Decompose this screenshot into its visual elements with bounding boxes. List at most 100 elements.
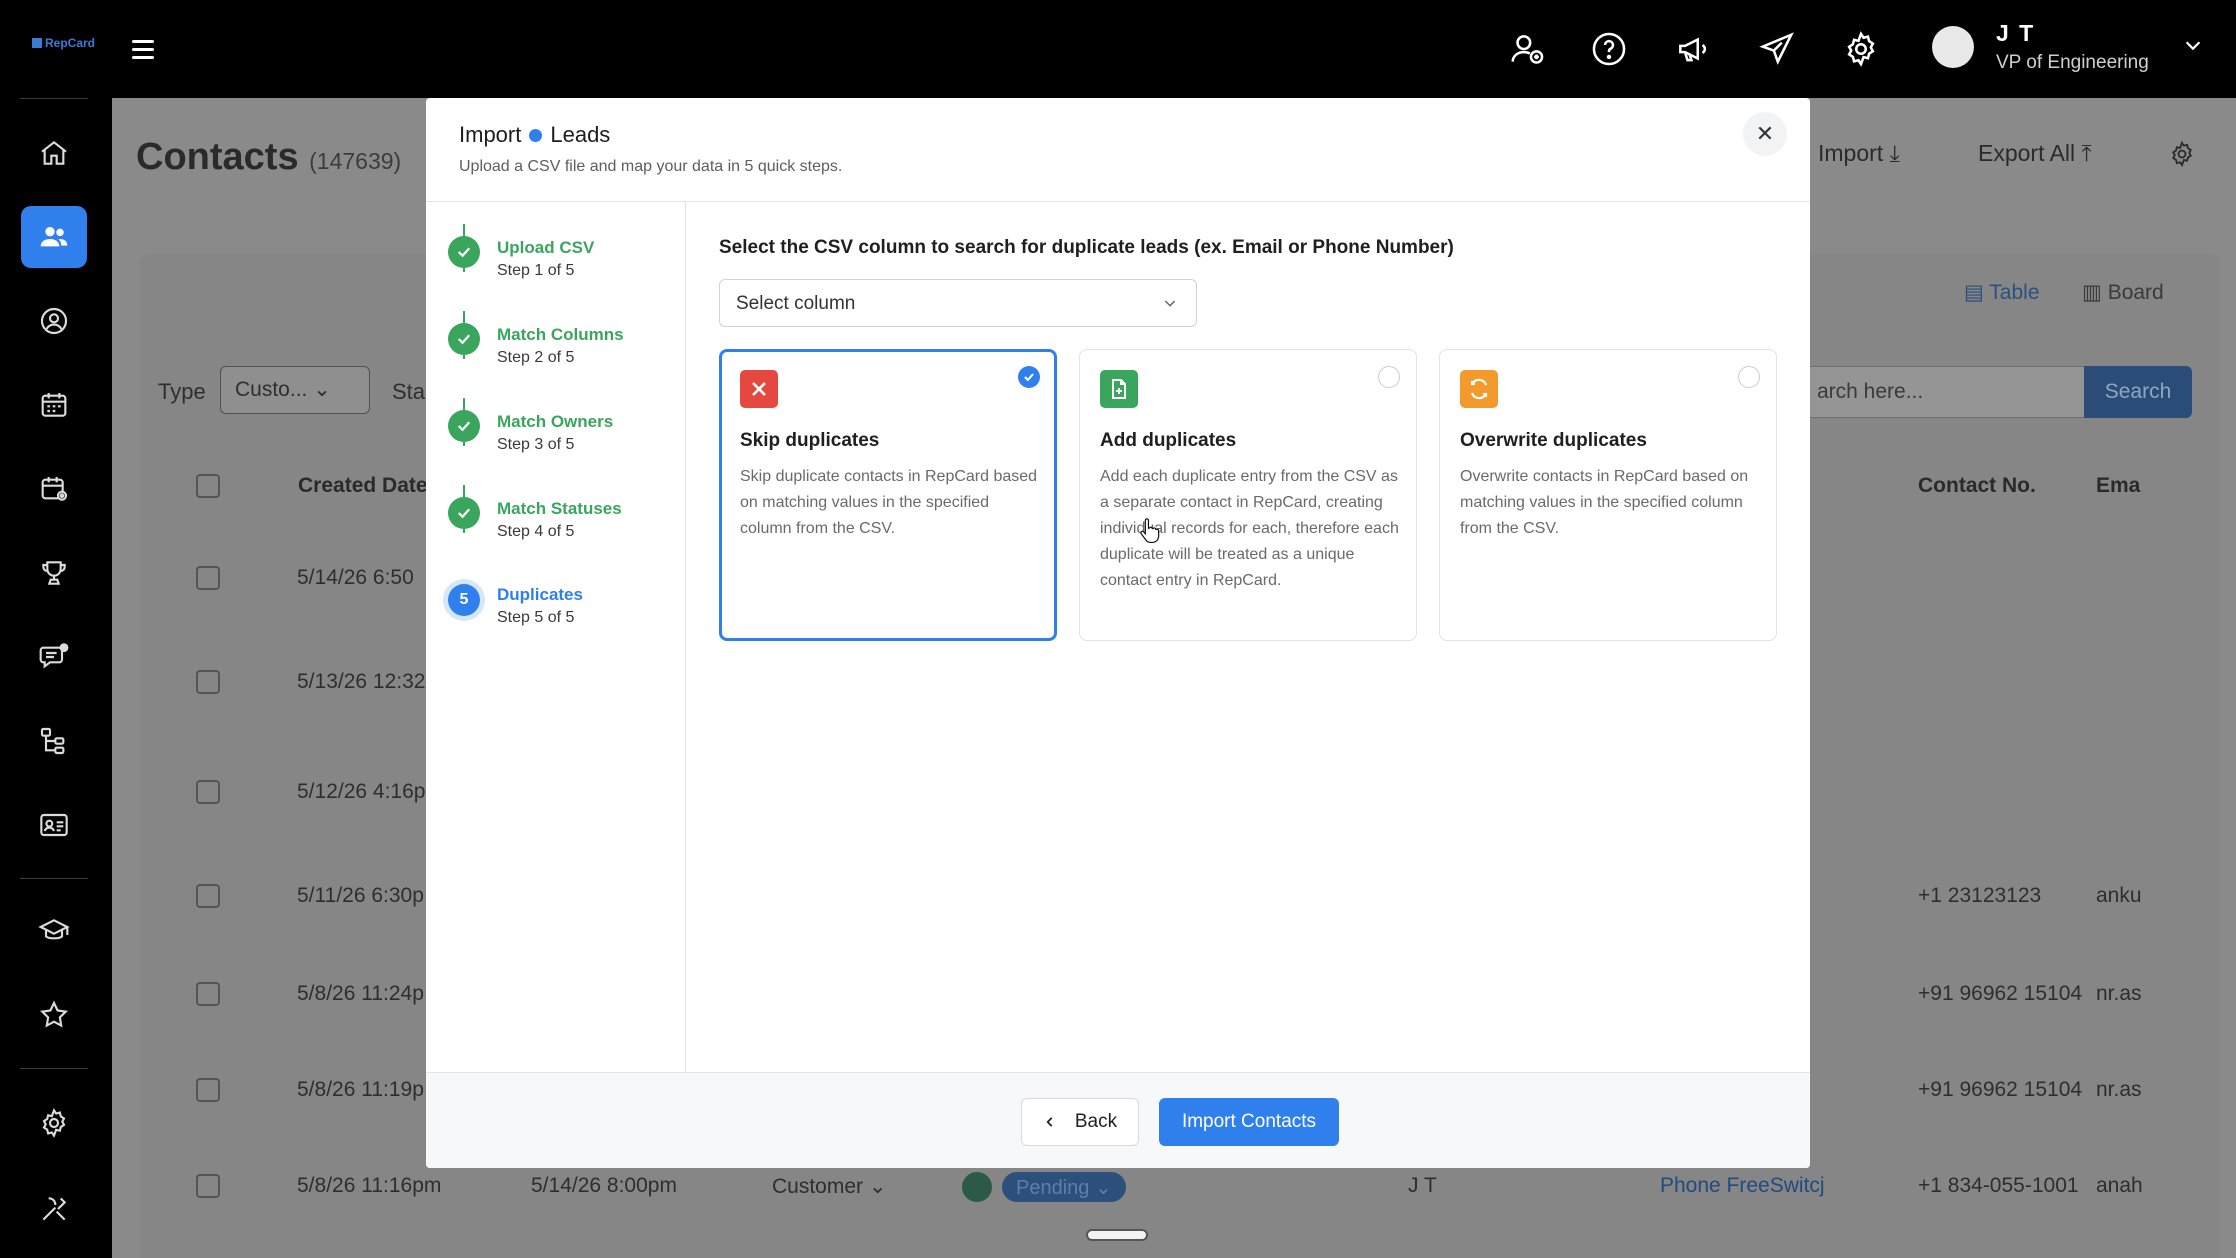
settings-icon[interactable] — [2168, 140, 2196, 168]
step-2-name[interactable]: Match Columns — [497, 325, 624, 345]
sidebar — [0, 98, 112, 1258]
x-icon — [740, 370, 778, 408]
search-button[interactable]: Search — [2084, 366, 2192, 418]
step-complete-icon — [448, 323, 480, 355]
search-input[interactable]: arch here... — [1802, 366, 2094, 418]
leaderboard-user-icon[interactable] — [21, 290, 87, 352]
sidebar-divider — [20, 1068, 88, 1069]
created-date-cell: 5/14/26 6:50 — [297, 566, 414, 589]
contacts-count: (147639) — [309, 148, 402, 174]
user-name[interactable]: J T — [1996, 20, 2035, 47]
menu-toggle-icon[interactable] — [132, 40, 154, 64]
column-select[interactable]: Select column — [719, 279, 1197, 327]
created-date-cell: 5/13/26 12:32 — [297, 670, 426, 693]
contact-no-cell: +91 96962 15104 — [1918, 982, 2083, 1005]
avatar[interactable] — [1932, 26, 1974, 68]
education-icon[interactable] — [21, 900, 87, 962]
type-cell[interactable]: Customer ⌄ — [772, 1174, 886, 1199]
trophy-icon[interactable] — [21, 542, 87, 604]
row-checkbox[interactable] — [196, 670, 220, 694]
refresh-icon — [1460, 370, 1498, 408]
import-label: Import — [1818, 140, 1884, 166]
hand-cursor-icon — [1138, 518, 1160, 544]
row-checkbox[interactable] — [196, 884, 220, 908]
sidebar-divider — [20, 98, 88, 99]
status-badge[interactable]: Pending ⌄ — [1002, 1172, 1126, 1202]
modal-title-import: Import — [459, 122, 522, 147]
row-checkbox[interactable] — [196, 566, 220, 590]
import-contacts-button[interactable]: Import Contacts — [1159, 1098, 1339, 1146]
email-cell: anah — [2096, 1174, 2143, 1197]
send-icon[interactable] — [1758, 30, 1796, 68]
tab-board[interactable]: ▥ Board — [2082, 280, 2164, 305]
option-radio[interactable] — [1738, 366, 1760, 388]
row-checkbox[interactable] — [196, 1174, 220, 1198]
file-plus-icon — [1100, 370, 1138, 408]
step-1-sub: Step 1 of 5 — [497, 262, 575, 279]
help-icon[interactable] — [1590, 30, 1628, 68]
calendar-settings-icon[interactable] — [21, 458, 87, 520]
back-button-label: Back — [1074, 1111, 1118, 1132]
export-all-button[interactable]: Export All ⤒ — [1978, 140, 2092, 167]
chevron-down-icon[interactable] — [2182, 34, 2204, 56]
type-select[interactable]: Custo... ⌄ — [220, 366, 370, 414]
option-title: Skip duplicates — [740, 430, 880, 451]
created-date-cell: 5/8/26 11:16pm — [297, 1174, 442, 1197]
option-overwrite-duplicates[interactable]: Overwrite duplicates Overwrite contacts … — [1439, 349, 1777, 641]
step-1-name[interactable]: Upload CSV — [497, 238, 594, 258]
option-title: Overwrite duplicates — [1460, 430, 1647, 451]
contacts-icon[interactable] — [21, 206, 87, 268]
id-card-icon[interactable] — [21, 794, 87, 856]
email-cell: nr.as — [2096, 1078, 2142, 1101]
tab-table-label: Table — [1989, 281, 2040, 304]
contact-no-cell: +1 834-055-1001 — [1918, 1174, 2079, 1197]
tools-icon[interactable] — [21, 1178, 87, 1240]
repcard-logo[interactable]: RepCard — [32, 36, 95, 50]
modal-title: Import Leads — [459, 122, 610, 148]
step-5-name[interactable]: Duplicates — [497, 585, 583, 605]
row-checkbox[interactable] — [196, 780, 220, 804]
row-checkbox[interactable] — [196, 982, 220, 1006]
type-label: Type — [158, 379, 206, 404]
add-user-icon[interactable] — [1508, 30, 1546, 68]
import-button[interactable]: Import ⤓ — [1818, 140, 1900, 167]
settings-icon[interactable] — [21, 1092, 87, 1154]
export-label: Export All — [1978, 140, 2076, 166]
step-2-sub: Step 2 of 5 — [497, 349, 575, 366]
option-skip-duplicates[interactable]: Skip duplicates Skip duplicate contacts … — [719, 349, 1057, 641]
back-button[interactable]: Back — [1021, 1098, 1139, 1146]
step-4-name[interactable]: Match Statuses — [497, 499, 622, 519]
option-add-duplicates[interactable]: Add duplicates Add each duplicate entry … — [1079, 349, 1417, 641]
close-icon[interactable]: ✕ — [1743, 112, 1787, 156]
source-cell[interactable]: Phone FreeSwitcj — [1660, 1174, 1825, 1198]
org-chart-icon[interactable] — [21, 710, 87, 772]
column-header-email[interactable]: Ema — [2096, 474, 2140, 498]
star-icon[interactable] — [21, 984, 87, 1046]
import-modal: Import Leads Upload a CSV file and map yo… — [426, 98, 1810, 1168]
calendar-icon[interactable] — [21, 374, 87, 436]
column-select-placeholder: Select column — [736, 293, 856, 314]
column-header-created-date[interactable]: Created Date — [298, 474, 428, 498]
home-icon[interactable] — [21, 122, 87, 184]
option-radio[interactable] — [1378, 366, 1400, 388]
tab-table[interactable]: ▤ Table — [1964, 280, 2040, 305]
updated-date-cell: 5/14/26 8:00pm — [531, 1174, 677, 1197]
home-indicator — [1086, 1229, 1148, 1241]
option-selected-check-icon[interactable] — [1018, 366, 1040, 388]
megaphone-icon[interactable] — [1674, 30, 1712, 68]
status-check-icon — [962, 1172, 992, 1202]
option-description: Skip duplicate contacts in RepCard based… — [740, 468, 1038, 537]
type-cell-value: Customer — [772, 1175, 864, 1198]
status-label: Sta — [392, 379, 426, 404]
step-3-name[interactable]: Match Owners — [497, 412, 613, 432]
title-dot — [529, 128, 543, 142]
option-description: Overwrite contacts in RepCard based on m… — [1460, 468, 1749, 537]
column-header-contact-no[interactable]: Contact No. — [1918, 474, 2036, 498]
select-all-checkbox[interactable] — [196, 474, 220, 498]
chat-icon[interactable] — [21, 626, 87, 688]
row-checkbox[interactable] — [196, 1078, 220, 1102]
page-title: Contacts (147639) — [136, 136, 401, 179]
page-title-text: Contacts — [136, 136, 299, 178]
created-date-cell: 5/12/26 4:16p — [297, 780, 426, 803]
settings-icon[interactable] — [1842, 30, 1880, 68]
